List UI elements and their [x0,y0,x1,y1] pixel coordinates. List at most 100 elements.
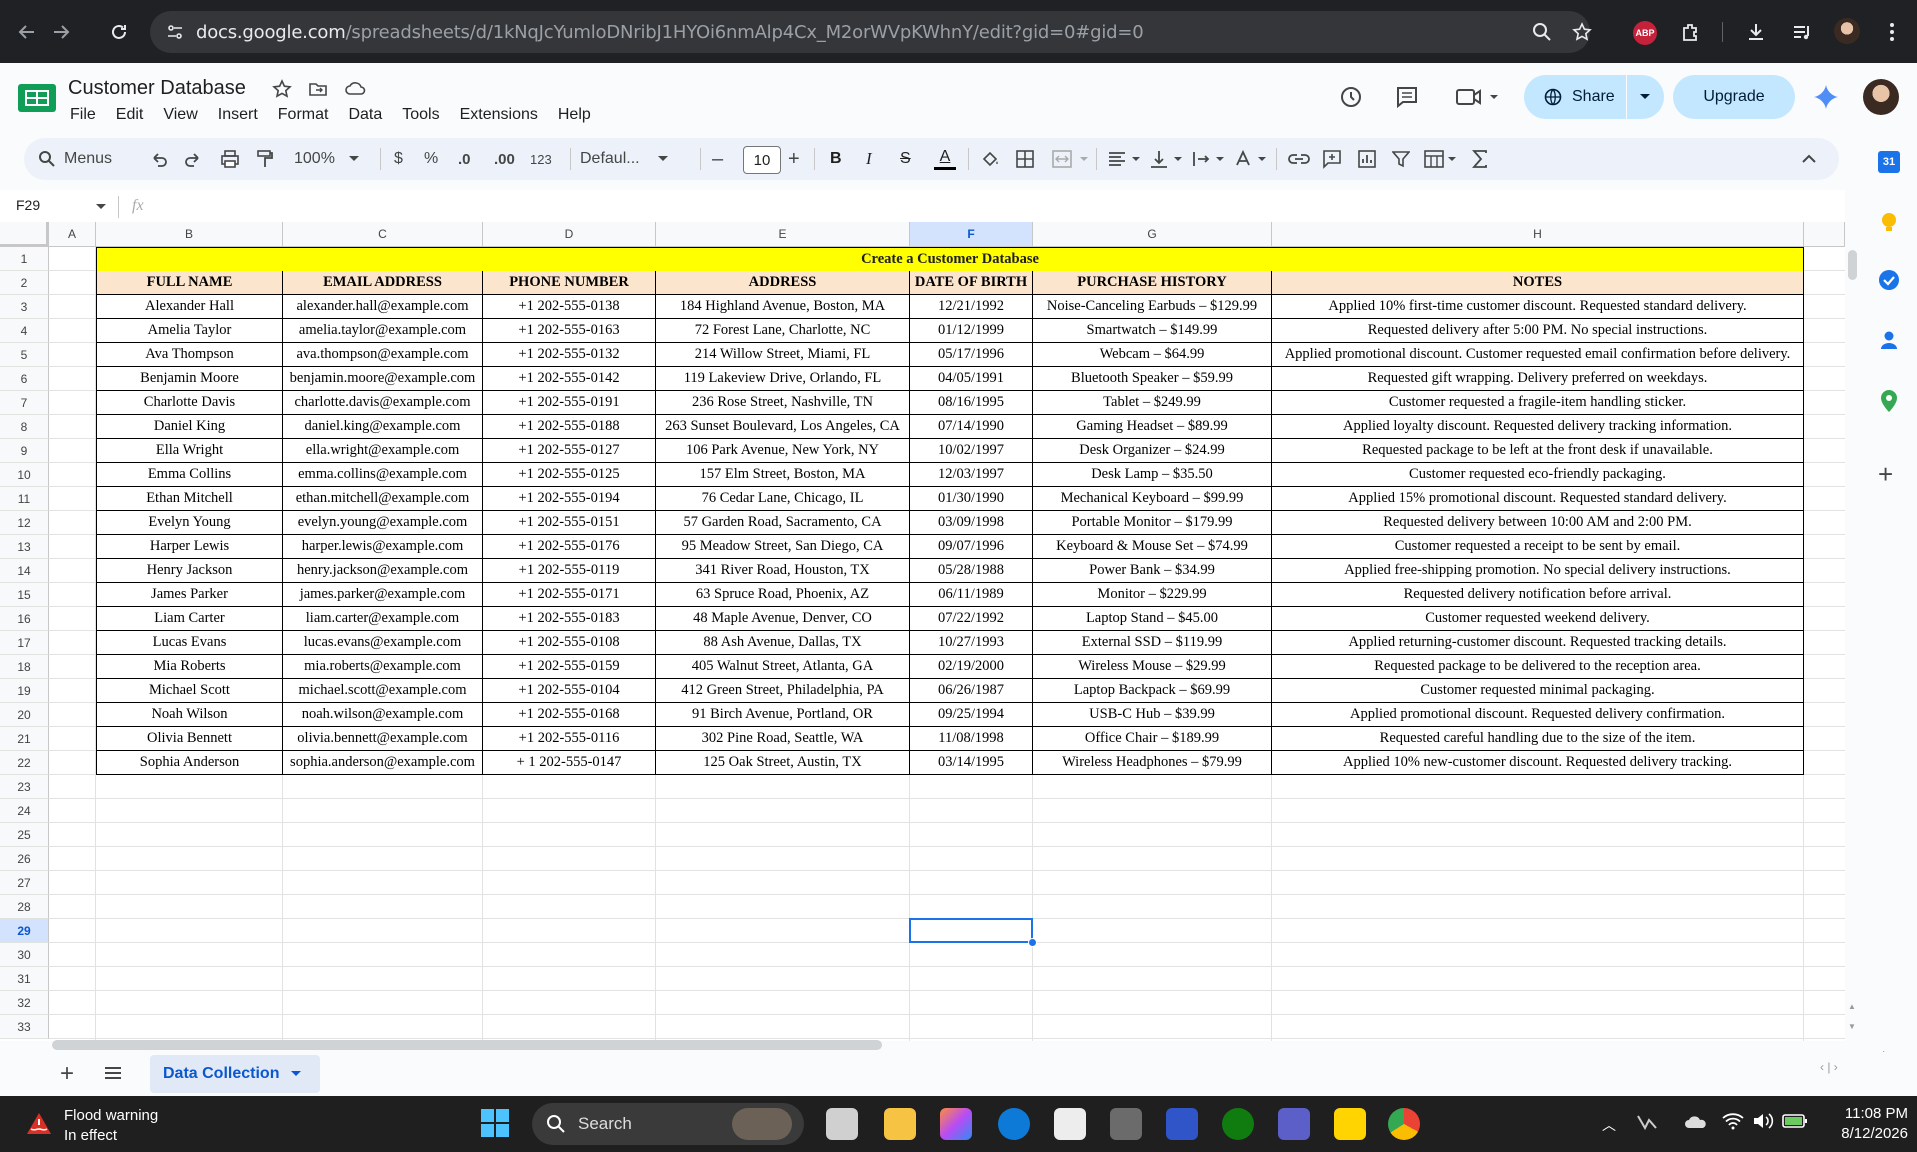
cell-address[interactable]: 236 Rose Street, Nashville, TN [656,391,910,415]
cell-notes[interactable]: Applied 15% promotional discount. Reques… [1272,487,1804,511]
contacts-icon[interactable] [1878,329,1900,351]
functions-icon[interactable] [1472,138,1488,180]
header-purchase[interactable]: PURCHASE HISTORY [1033,271,1272,295]
cell-purchase[interactable]: Mechanical Keyboard – $99.99 [1033,487,1272,511]
cell-dob[interactable]: 11/08/1998 [910,727,1033,751]
cell-notes[interactable]: Applied free-shipping promotion. No spec… [1272,559,1804,583]
header-phone[interactable]: PHONE NUMBER [483,271,656,295]
flood-warning-icon[interactable] [26,1112,52,1136]
cell-phone[interactable]: + 1 202-555-0147 [483,751,656,775]
onedrive-icon[interactable] [1684,1112,1708,1130]
cell-email[interactable]: ella.wright@example.com [283,439,483,463]
cell-full-name[interactable]: Ava Thompson [96,343,283,367]
copilot-icon[interactable] [940,1108,972,1140]
cell-purchase[interactable]: Keyboard & Mouse Set – $74.99 [1033,535,1272,559]
cell-purchase[interactable]: Wireless Mouse – $29.99 [1033,655,1272,679]
menu-tools[interactable]: Tools [392,104,449,126]
redo-icon[interactable] [184,138,202,180]
share-button[interactable]: Share [1524,75,1664,119]
zoom-icon[interactable] [1528,18,1556,46]
text-wrapping-icon[interactable] [1192,138,1226,180]
row-header-24[interactable]: 24 [0,799,49,823]
cell-phone[interactable]: +1 202-555-0125 [483,463,656,487]
insert-comment-icon[interactable] [1322,138,1342,180]
browser-menu-icon[interactable] [1878,18,1906,46]
edge-icon[interactable] [998,1108,1030,1140]
cell-address[interactable]: 48 Maple Avenue, Denver, CO [656,607,910,631]
row-header-6[interactable]: 6 [0,367,49,391]
cell-email[interactable]: ethan.mitchell@example.com [283,487,483,511]
cell-dob[interactable]: 07/22/1992 [910,607,1033,631]
cell-full-name[interactable]: Harper Lewis [96,535,283,559]
cloud-status-icon[interactable] [344,79,366,101]
bold-button[interactable]: B [830,138,842,180]
cell-full-name[interactable]: Emma Collins [96,463,283,487]
undo-icon[interactable] [150,138,168,180]
percent-format-button[interactable]: % [424,138,438,180]
cell-email[interactable]: mia.roberts@example.com [283,655,483,679]
cell-phone[interactable]: +1 202-555-0138 [483,295,656,319]
add-sheet-button[interactable]: + [60,1060,74,1088]
bookmark-star-icon[interactable] [1568,18,1596,46]
cell-address[interactable]: 405 Walnut Street, Atlanta, GA [656,655,910,679]
cell-address[interactable]: 72 Forest Lane, Charlotte, NC [656,319,910,343]
cell-full-name[interactable]: Evelyn Young [96,511,283,535]
cell-full-name[interactable]: Sophia Anderson [96,751,283,775]
cell-notes[interactable]: Applied loyalty discount. Requested deli… [1272,415,1804,439]
row-header-21[interactable]: 21 [0,727,49,751]
more-formats-button[interactable]: 123 [530,138,552,180]
cell-address[interactable]: 157 Elm Street, Boston, MA [656,463,910,487]
sheet-title-cell[interactable]: Create a Customer Database [96,247,1804,272]
fill-color-icon[interactable] [980,138,1000,180]
row-header-23[interactable]: 23 [0,775,49,799]
currency-format-button[interactable]: $ [394,138,403,180]
header-dob[interactable]: DATE OF BIRTH [910,271,1033,295]
cell-purchase[interactable]: Tablet – $249.99 [1033,391,1272,415]
row-header-28[interactable]: 28 [0,895,49,919]
text-color-button[interactable]: A [934,138,956,180]
formula-input[interactable] [166,198,1766,216]
cell-full-name[interactable]: Noah Wilson [96,703,283,727]
cell-phone[interactable]: +1 202-555-0127 [483,439,656,463]
teams-icon[interactable] [1278,1108,1310,1140]
row-header-5[interactable]: 5 [0,343,49,367]
column-header-b[interactable]: B [96,222,283,247]
cell-phone[interactable]: +1 202-555-0132 [483,343,656,367]
cell-notes[interactable]: Applied promotional discount. Requested … [1272,703,1804,727]
borders-icon[interactable] [1016,138,1034,180]
cell-address[interactable]: 302 Pine Road, Seattle, WA [656,727,910,751]
row-header-13[interactable]: 13 [0,535,49,559]
menu-data[interactable]: Data [338,104,392,126]
cell-email[interactable]: ava.thompson@example.com [283,343,483,367]
keep-icon[interactable] [1878,211,1900,233]
file-explorer-icon[interactable] [884,1108,916,1140]
italic-button[interactable]: I [866,138,872,180]
column-header-d[interactable]: D [483,222,656,247]
cell-dob[interactable]: 01/12/1999 [910,319,1033,343]
cell-full-name[interactable]: Benjamin Moore [96,367,283,391]
row-header-7[interactable]: 7 [0,391,49,415]
column-header-f[interactable]: F [910,222,1033,247]
cell-notes[interactable]: Requested package to be left at the fron… [1272,439,1804,463]
meet-icon[interactable] [1454,84,1504,110]
task-view-icon[interactable] [826,1108,858,1140]
cell-full-name[interactable]: Daniel King [96,415,283,439]
cell-full-name[interactable]: Olivia Bennett [96,727,283,751]
cell-email[interactable]: henry.jackson@example.com [283,559,483,583]
cell-notes[interactable]: Customer requested a receipt to be sent … [1272,535,1804,559]
row-header-33[interactable]: 33 [0,1015,49,1039]
cell-purchase[interactable]: Smartwatch – $149.99 [1033,319,1272,343]
cell-address[interactable]: 76 Cedar Lane, Chicago, IL [656,487,910,511]
version-history-icon[interactable] [1338,84,1364,110]
back-icon[interactable] [12,17,42,47]
name-box[interactable]: F29 [16,197,40,213]
cell-phone[interactable]: +1 202-555-0171 [483,583,656,607]
vs-app-icon[interactable] [1166,1108,1198,1140]
menu-help[interactable]: Help [548,104,601,126]
chrome-icon[interactable] [1388,1108,1420,1140]
insert-link-icon[interactable] [1288,138,1310,180]
comments-icon[interactable] [1394,84,1420,110]
cell-phone[interactable]: +1 202-555-0151 [483,511,656,535]
menu-file[interactable]: File [60,104,106,126]
cell-dob[interactable]: 10/02/1997 [910,439,1033,463]
